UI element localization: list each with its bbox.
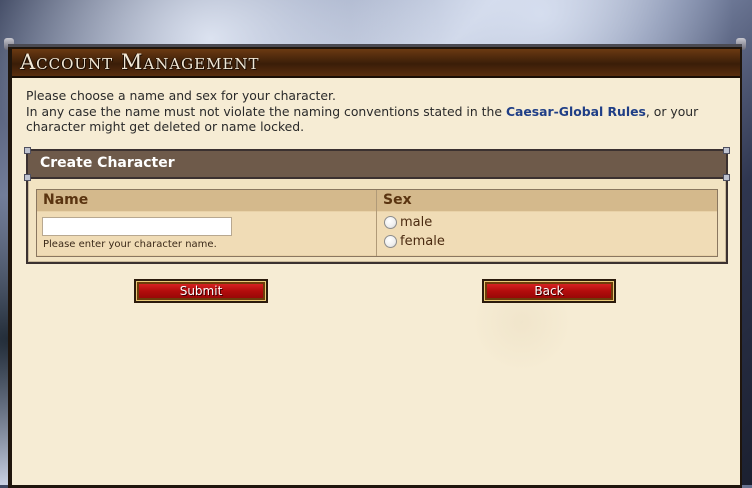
- window-title: Account Management: [20, 50, 260, 74]
- submit-button[interactable]: Submit: [134, 279, 268, 303]
- panel-header: Create Character: [28, 151, 726, 179]
- sex-cell: male female: [377, 212, 717, 255]
- panel-corner-tl: [24, 147, 31, 154]
- sex-option-female[interactable]: female: [384, 232, 445, 250]
- intro-line-2-text: In any case the name must not violate th…: [26, 103, 506, 119]
- column-divider: [376, 190, 377, 256]
- radio-female[interactable]: [384, 234, 397, 248]
- name-cell: Please enter your character name.: [37, 212, 376, 255]
- rules-link[interactable]: Caesar-Global Rules: [506, 104, 646, 119]
- radio-female-label: female: [400, 233, 445, 249]
- intro-line-1: Please choose a name and sex for your ch…: [26, 88, 336, 103]
- intro-line-3: character might get deleted or name lock…: [26, 119, 305, 134]
- intro-text: Please choose a name and sex for your ch…: [26, 88, 726, 135]
- column-header-name: Name: [37, 190, 376, 211]
- back-button[interactable]: Back: [482, 279, 616, 303]
- panel-title: Create Character: [40, 155, 175, 171]
- intro-line-2-suffix: , or your: [645, 103, 699, 119]
- panel-corner-ml: [24, 174, 31, 181]
- panel-corner-mr: [723, 174, 730, 181]
- sex-option-male[interactable]: male: [384, 213, 432, 231]
- intro-line-2: In any case the name must not violate th…: [26, 104, 726, 120]
- radio-male[interactable]: [384, 215, 397, 229]
- radio-male-label: male: [400, 214, 433, 230]
- name-hint: Please enter your character name.: [43, 239, 217, 250]
- panel-corner-tr: [723, 147, 730, 154]
- create-character-panel: Create Character Name Sex Please enter y…: [24, 147, 730, 264]
- window-titlebar: Account Management: [12, 49, 740, 78]
- content-area: Please choose a name and sex for your ch…: [12, 78, 740, 485]
- column-header-sex: Sex: [377, 190, 717, 211]
- character-form-table: Name Sex Please enter your character nam…: [36, 189, 718, 257]
- character-name-input[interactable]: [42, 217, 232, 236]
